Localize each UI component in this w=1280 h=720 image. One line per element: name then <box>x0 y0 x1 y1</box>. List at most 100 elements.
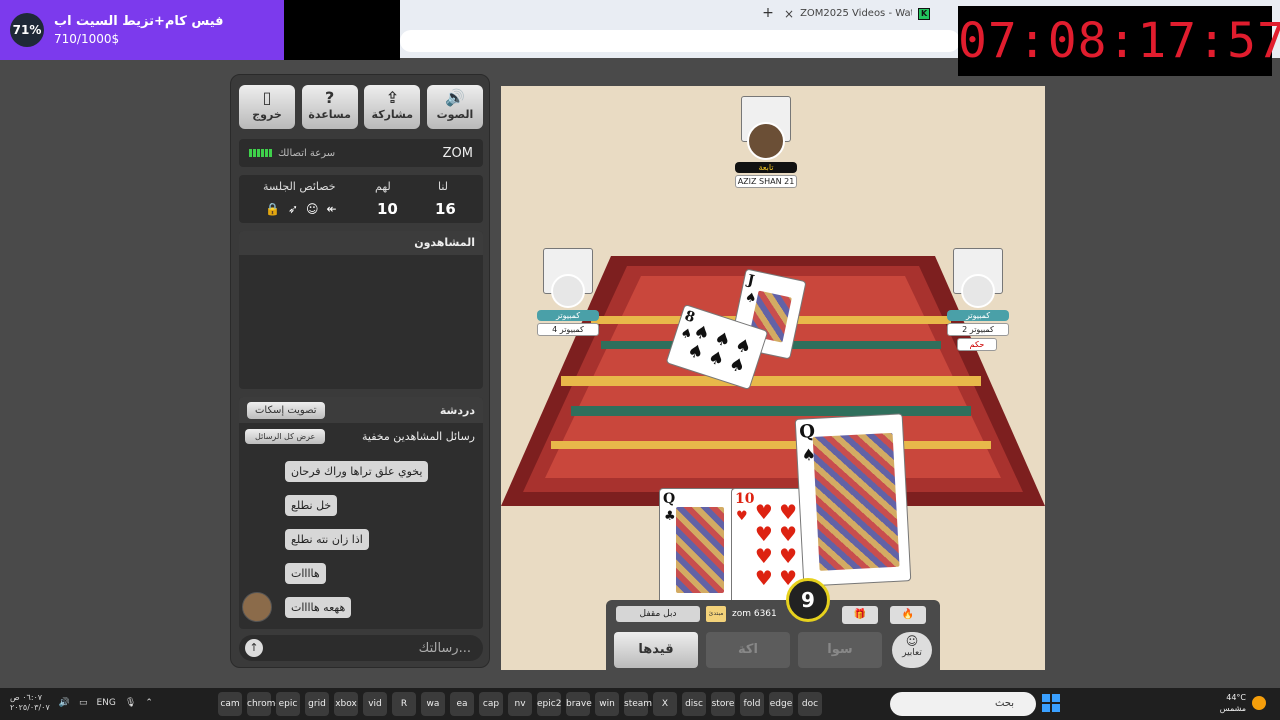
them-score: 10 <box>377 200 398 218</box>
app-icon[interactable]: nv <box>508 692 532 716</box>
qaydha-button[interactable]: قيدها <box>614 632 698 668</box>
browser-tab[interactable]: × ZOM2025 Videos - Watch On-... K <box>784 4 960 24</box>
ball-icon: ➶ <box>287 202 299 216</box>
us-label: لنا <box>438 180 449 193</box>
app-icon[interactable]: store <box>711 692 735 716</box>
akka-button[interactable]: اكة <box>706 632 790 668</box>
share-button[interactable]: ⇪ مشاركة <box>364 85 421 129</box>
new-tab-button[interactable]: + <box>760 4 776 22</box>
app-icon[interactable]: win <box>595 692 619 716</box>
kick-favicon-icon: K <box>918 8 931 20</box>
gift-icon[interactable]: 🎁 <box>842 606 878 624</box>
connection-bar: سرعة اتصالك ZOM <box>239 139 483 167</box>
system-tray: ٠٦:٠٧ ص ٢٠٢٥/٠٣/٠٧ 🔊 ▭ ENG 🎙 ⌃ <box>10 693 160 713</box>
signal-bars-icon <box>249 149 272 157</box>
exit-icon: ▯ <box>262 88 272 107</box>
card-rank: J <box>745 272 756 290</box>
tab-close-icon[interactable]: × <box>784 4 794 24</box>
app-icon[interactable]: doc <box>798 692 822 716</box>
chat-label: دردشة <box>439 403 475 417</box>
app-icon[interactable]: disc <box>682 692 706 716</box>
sound-button[interactable]: 🔊 الصوت <box>426 85 483 129</box>
us-score: 16 <box>435 200 456 218</box>
side-panel: ▯ خروج ? مساعدة ⇪ مشاركة 🔊 الصوت سرعة ات… <box>230 74 490 668</box>
emotes-label: تعابير <box>902 648 922 658</box>
app-icon[interactable]: edge <box>769 692 793 716</box>
show-all-messages-button[interactable]: عرض كل الرسائل <box>245 428 326 444</box>
trump-tag: حكم <box>957 338 997 351</box>
connection-label: سرعة اتصالك <box>278 147 336 159</box>
app-icon[interactable]: grid <box>305 692 329 716</box>
weather-desc: مشمس <box>1219 704 1246 713</box>
mic-icon[interactable]: 🎙 <box>125 698 136 708</box>
exit-button[interactable]: ▯ خروج <box>239 85 295 129</box>
app-icon[interactable]: X <box>653 692 677 716</box>
top-player-avatar <box>747 122 785 160</box>
stream-clock: 07:08:17:57 <box>958 6 1280 76</box>
goal-percent: 71% <box>10 13 44 47</box>
top-buttons: ▯ خروج ? مساعدة ⇪ مشاركة 🔊 الصوت <box>239 85 483 129</box>
app-icon[interactable]: R <box>392 692 416 716</box>
app-icon[interactable]: brave <box>566 692 592 716</box>
volume-icon[interactable]: 🔊 <box>59 698 70 708</box>
help-icon: ? <box>325 88 335 107</box>
chat-message: اذا زان نته نطلع <box>285 529 369 550</box>
session-props: 🔒 ➶ ☺ ↞ <box>265 202 337 216</box>
app-icon[interactable]: cap <box>479 692 503 716</box>
game-mode: دبل مقفل <box>616 606 700 622</box>
windows-start-icon[interactable] <box>1042 694 1060 712</box>
app-icon[interactable]: xbox <box>334 692 358 716</box>
chat-message: هاااات <box>285 563 326 584</box>
overlay-block <box>284 0 400 60</box>
turn-timer: 9 <box>786 578 830 622</box>
app-icon[interactable]: epic2 <box>537 692 561 716</box>
address-bar[interactable] <box>400 30 960 52</box>
emotes-button[interactable]: ☺ تعابير <box>892 632 932 668</box>
chat-message: يخوي علق تراها وراك فرحان <box>285 461 429 482</box>
sound-label: الصوت <box>436 108 474 121</box>
sun-icon <box>1252 696 1266 710</box>
app-icon[interactable]: wa <box>421 692 445 716</box>
send-icon[interactable]: ↑ <box>245 639 263 657</box>
smile-icon: ☺ <box>905 634 919 648</box>
share-icon: ⇪ <box>385 88 400 107</box>
help-button[interactable]: ? مساعدة <box>301 85 358 129</box>
connection-speed: سرعة اتصالك <box>249 148 335 159</box>
face-art <box>812 432 900 571</box>
chat-placeholder: رسالتك... <box>418 640 471 656</box>
app-icon[interactable]: vid <box>363 692 387 716</box>
network-icon[interactable]: ▭ <box>79 698 88 708</box>
chevron-up-icon[interactable]: ⌃ <box>145 698 153 708</box>
mute-vote-button[interactable]: تصويت إسكات <box>247 401 325 419</box>
weather-widget[interactable]: 44°C مشمس <box>1218 692 1246 714</box>
chat-message: خل نطلع <box>285 495 338 516</box>
hand-card-queen-clubs[interactable]: Q ♣ <box>659 488 735 608</box>
app-icon[interactable]: epic <box>276 692 300 716</box>
chat-box: تصويت إسكات دردشة عرض كل الرسائل رسائل ا… <box>239 397 483 629</box>
player-name: ZOM <box>442 145 473 161</box>
left-player-avatar <box>551 274 585 308</box>
lang-indicator[interactable]: ENG <box>97 698 116 708</box>
sawa-button[interactable]: سوا <box>798 632 882 668</box>
taskbar-apps: cam chrome epic grid xbox vid R wa ea ca… <box>218 692 822 716</box>
app-icon[interactable]: ea <box>450 692 474 716</box>
viewers-box: المشاهدون <box>239 231 483 389</box>
session-props-label: خصائص الجلسة <box>263 180 336 193</box>
fire-icon[interactable]: 🔥 <box>890 606 926 624</box>
app-icon[interactable]: cam <box>218 692 242 716</box>
top-player-badge: تابعة <box>735 162 797 173</box>
player-info: zom 6361 <box>732 609 777 619</box>
right-player-badge: كمبيوتر <box>947 310 1009 321</box>
right-player-avatar <box>961 274 995 308</box>
weather-temp: 44°C <box>1226 693 1246 702</box>
tray-clock[interactable]: ٠٦:٠٧ ص ٢٠٢٥/٠٣/٠٧ <box>10 693 50 713</box>
app-icon[interactable]: steam <box>624 692 652 716</box>
right-player-name: كمبيوتر 2 <box>947 323 1009 336</box>
taskbar-search[interactable]: بحث <box>890 692 1036 716</box>
chat-input[interactable]: ↑ رسالتك... <box>239 635 483 661</box>
hand-card-queen-spades[interactable]: Q ♠ <box>794 413 912 587</box>
goal-overlay: 71% فيس كام+تزيط السيت اب 710/1000$ <box>0 0 400 60</box>
app-icon[interactable]: chrome <box>247 692 281 716</box>
them-label: لهم <box>375 180 391 193</box>
app-icon[interactable]: fold <box>740 692 764 716</box>
